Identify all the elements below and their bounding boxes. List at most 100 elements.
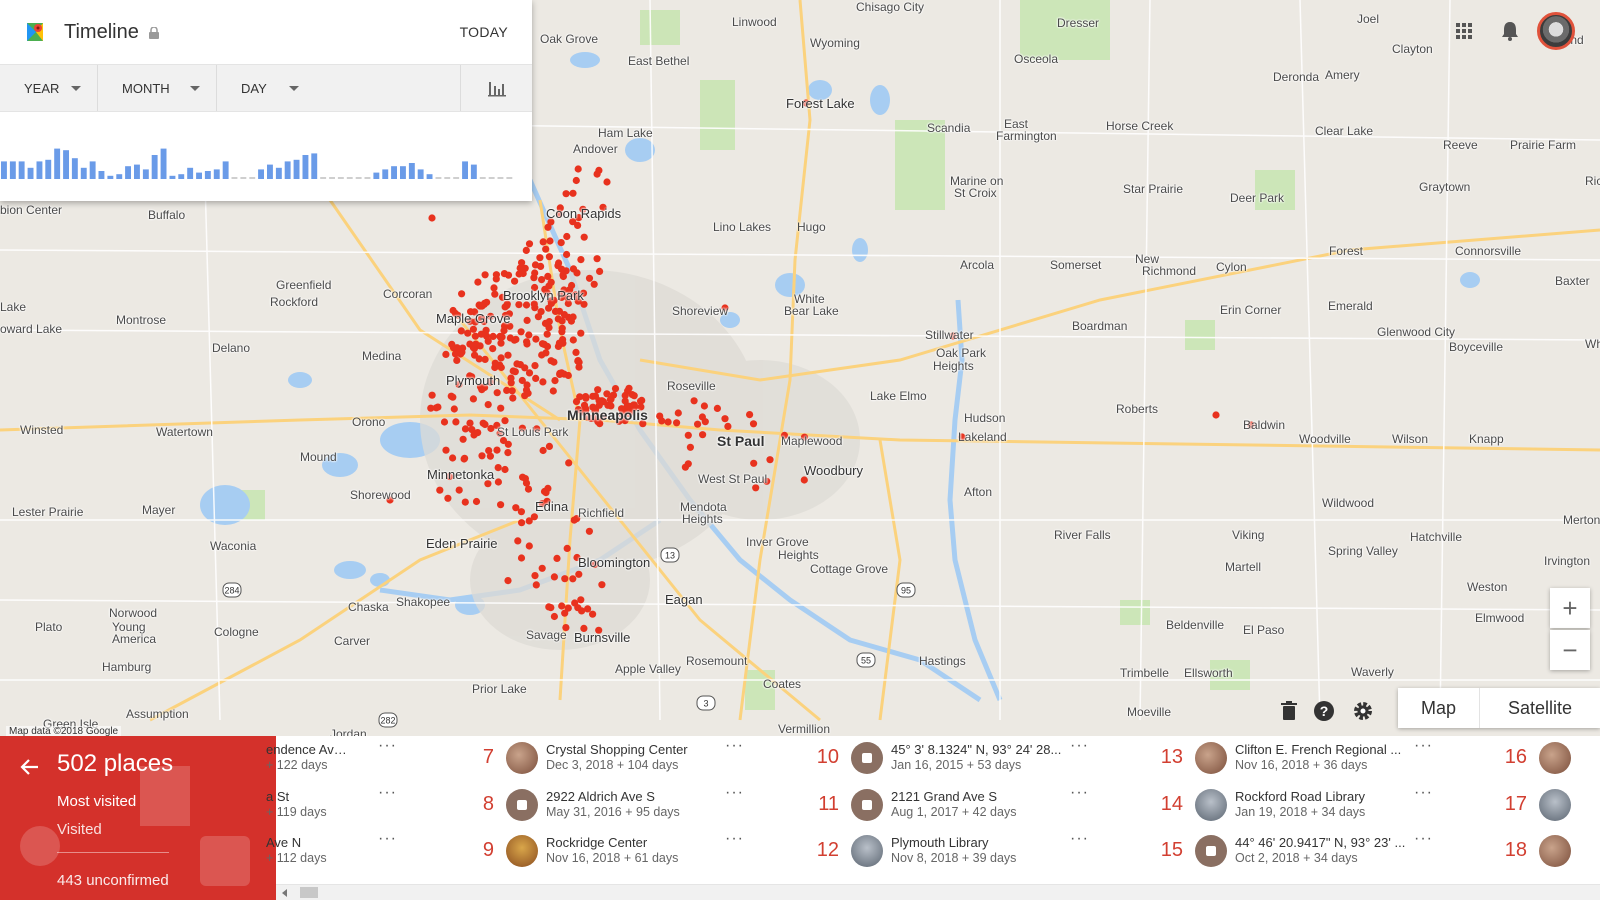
- more-options-icon[interactable]: ···: [725, 784, 744, 802]
- location-marker[interactable]: [766, 456, 774, 464]
- location-marker[interactable]: [461, 498, 469, 506]
- apps-grid-icon[interactable]: [1456, 23, 1472, 39]
- place-item[interactable]: 8 2922 Aldrich Ave S May 31, 2016 + 95 day…: [470, 783, 810, 827]
- location-marker[interactable]: [565, 459, 573, 467]
- horizontal-scrollbar[interactable]: [276, 884, 1600, 900]
- location-marker[interactable]: [590, 280, 598, 288]
- most-visited-tab[interactable]: Most visited: [57, 793, 136, 810]
- histogram-bar[interactable]: [391, 166, 397, 179]
- location-marker[interactable]: [516, 361, 525, 369]
- location-marker[interactable]: [595, 397, 603, 405]
- place-item[interactable]: 9 Rockridge Center Nov 16, 2018 + 61 days ·…: [470, 829, 810, 873]
- histogram-bar[interactable]: [249, 177, 256, 179]
- location-marker[interactable]: [580, 233, 588, 241]
- location-marker[interactable]: [684, 431, 692, 439]
- location-marker[interactable]: [544, 223, 552, 231]
- location-marker[interactable]: [572, 176, 580, 185]
- back-arrow-icon[interactable]: [18, 756, 40, 778]
- month-select[interactable]: MONTH: [98, 65, 217, 111]
- location-marker[interactable]: [522, 246, 530, 254]
- location-marker[interactable]: [518, 519, 526, 527]
- location-marker[interactable]: [449, 454, 457, 462]
- histogram-bar[interactable]: [116, 174, 123, 179]
- location-marker[interactable]: [690, 397, 698, 405]
- histogram-bar[interactable]: [204, 171, 211, 179]
- place-item[interactable]: 12 Plymouth Library Nov 8, 2018 + 39 days ·…: [815, 829, 1155, 873]
- location-marker[interactable]: [491, 290, 499, 298]
- location-marker[interactable]: [469, 325, 477, 333]
- location-marker[interactable]: [575, 570, 583, 578]
- notifications-icon[interactable]: [1501, 21, 1519, 41]
- location-marker[interactable]: [436, 486, 444, 494]
- more-options-icon[interactable]: ···: [378, 784, 397, 802]
- histogram-bar[interactable]: [293, 159, 300, 179]
- histogram-bar[interactable]: [27, 167, 34, 179]
- location-marker[interactable]: [558, 265, 566, 273]
- location-marker[interactable]: [621, 391, 629, 400]
- location-marker[interactable]: [469, 395, 477, 403]
- location-marker[interactable]: [577, 596, 585, 604]
- location-marker[interactable]: [542, 489, 550, 497]
- histogram-bar[interactable]: [373, 172, 380, 179]
- location-marker[interactable]: [572, 398, 581, 406]
- location-marker[interactable]: [577, 256, 585, 264]
- location-marker[interactable]: [532, 374, 540, 382]
- histogram-bar[interactable]: [36, 161, 43, 179]
- place-item[interactable]: 15 44° 46' 20.9417" N, 93° 23' ... Oct 2, …: [1159, 829, 1499, 873]
- location-marker[interactable]: [538, 340, 547, 348]
- location-marker[interactable]: [538, 351, 546, 359]
- location-marker[interactable]: [564, 371, 572, 380]
- more-options-icon[interactable]: ···: [1414, 737, 1433, 755]
- histogram-bar[interactable]: [187, 167, 194, 179]
- location-marker[interactable]: [700, 402, 709, 410]
- delete-icon[interactable]: [1278, 700, 1300, 722]
- location-marker[interactable]: [434, 403, 442, 411]
- location-marker[interactable]: [532, 581, 540, 589]
- location-marker[interactable]: [477, 330, 485, 338]
- scroll-left-arrow-icon[interactable]: [282, 889, 287, 897]
- histogram-bar[interactable]: [479, 177, 486, 179]
- location-marker[interactable]: [556, 369, 564, 377]
- histogram-bar[interactable]: [462, 161, 468, 179]
- location-marker[interactable]: [563, 232, 571, 241]
- location-marker[interactable]: [637, 397, 645, 405]
- location-marker[interactable]: [530, 513, 539, 521]
- location-marker[interactable]: [598, 581, 606, 589]
- location-marker[interactable]: [555, 259, 563, 267]
- histogram-bar[interactable]: [258, 169, 264, 179]
- histogram-bar[interactable]: [382, 169, 389, 179]
- location-marker[interactable]: [551, 377, 559, 385]
- place-item[interactable]: 14 Rockford Road Library Jan 19, 2018 + 34…: [1159, 783, 1499, 827]
- location-marker[interactable]: [539, 446, 547, 455]
- histogram-bar[interactable]: [169, 175, 176, 179]
- location-marker[interactable]: [681, 463, 690, 471]
- location-marker[interactable]: [494, 464, 502, 472]
- place-item[interactable]: 18: [1503, 829, 1600, 873]
- location-marker[interactable]: [523, 316, 531, 324]
- histogram-bar[interactable]: [364, 177, 371, 179]
- location-marker[interactable]: [561, 609, 569, 617]
- location-marker[interactable]: [525, 240, 534, 248]
- location-marker[interactable]: [483, 298, 491, 306]
- place-item[interactable]: 11 2121 Grand Ave S Aug 1, 2017 + 42 days ·…: [815, 783, 1155, 827]
- location-marker[interactable]: [538, 276, 546, 284]
- timeline-histogram[interactable]: [0, 113, 532, 201]
- histogram-bar[interactable]: [89, 161, 96, 179]
- location-marker[interactable]: [531, 572, 539, 580]
- location-marker[interactable]: [440, 418, 449, 426]
- histogram-bar[interactable]: [284, 161, 291, 179]
- location-marker[interactable]: [607, 395, 615, 403]
- location-marker[interactable]: [442, 350, 450, 358]
- location-marker[interactable]: [724, 422, 732, 430]
- more-options-icon[interactable]: ···: [1070, 737, 1089, 755]
- location-marker[interactable]: [549, 387, 557, 395]
- location-marker[interactable]: [721, 415, 729, 423]
- location-marker[interactable]: [550, 612, 559, 621]
- location-marker[interactable]: [664, 418, 672, 426]
- location-marker[interactable]: [497, 404, 505, 412]
- location-marker[interactable]: [481, 271, 489, 279]
- location-marker[interactable]: [585, 527, 594, 535]
- visited-tab[interactable]: Visited: [57, 821, 102, 838]
- location-marker[interactable]: [569, 313, 577, 321]
- location-marker[interactable]: [585, 274, 594, 282]
